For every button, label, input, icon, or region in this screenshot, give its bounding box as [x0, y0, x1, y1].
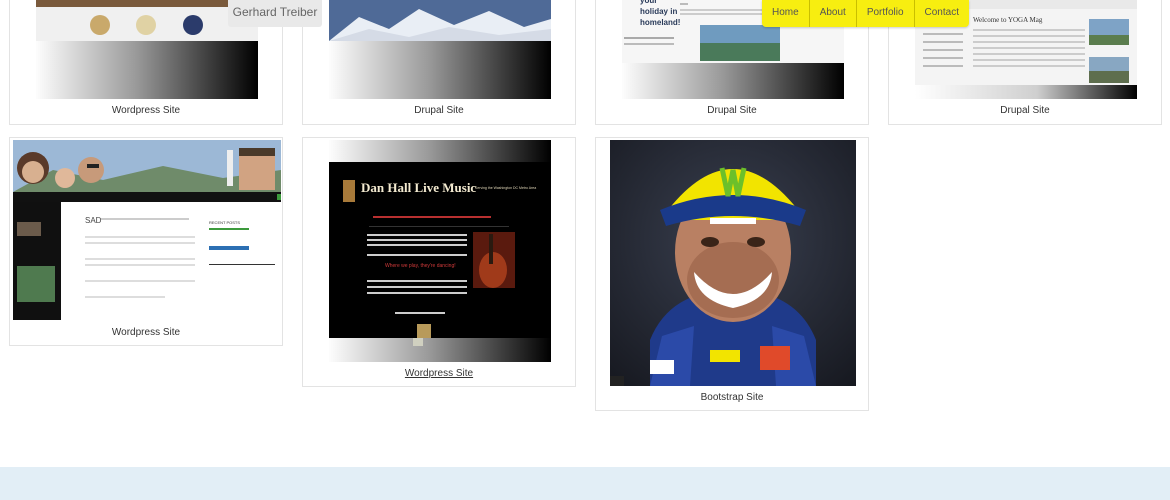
- thumbnail-text-sad: SAD: [85, 216, 102, 225]
- portfolio-thumbnail[interactable]: SAD RECENT POSTS: [13, 140, 281, 320]
- portfolio-thumbnail[interactable]: [36, 0, 258, 99]
- portfolio-caption: Bootstrap Site: [700, 392, 764, 403]
- portfolio-caption: Wordpress Site: [111, 105, 181, 116]
- footer-band: [0, 467, 1170, 500]
- nav-home[interactable]: Home: [762, 0, 810, 27]
- thumbnail-image: [610, 140, 856, 386]
- navbar: Home About Portfolio Contact: [762, 0, 969, 27]
- portfolio-card-wordpress-3[interactable]: Dan Hall Live Music Serving the Washingt…: [302, 137, 576, 387]
- portfolio-thumbnail[interactable]: Dan Hall Live Music Serving the Washingt…: [329, 140, 551, 362]
- thumbnail-image: [13, 140, 281, 320]
- thumbnail-image: [329, 0, 551, 99]
- brand-name[interactable]: Gerhard Treiber: [228, 0, 322, 27]
- thumbnail-image: [329, 140, 551, 362]
- nav-about[interactable]: About: [810, 0, 857, 27]
- nav-portfolio[interactable]: Portfolio: [857, 0, 915, 27]
- thumbnail-image: [36, 0, 258, 99]
- thumbnail-text-dan-hall: Dan Hall Live Music: [361, 180, 477, 195]
- portfolio-card-drupal-1[interactable]: Drupal Site: [302, 0, 576, 125]
- portfolio-thumbnail[interactable]: [329, 0, 551, 99]
- thumbnail-text-recent-posts: RECENT POSTS: [209, 220, 241, 225]
- thumbnail-text-yoga: Welcome to YOGA Mag: [973, 16, 1043, 24]
- portfolio-caption: Drupal Site: [707, 105, 757, 116]
- portfolio-caption: Drupal Site: [414, 105, 464, 116]
- portfolio-card-wordpress-2[interactable]: SAD RECENT POSTS Wordpress Site: [9, 137, 283, 346]
- portfolio-card-bootstrap[interactable]: Bootstrap Site: [595, 137, 869, 411]
- portfolio-caption: Wordpress Site: [111, 327, 181, 338]
- portfolio-caption: Drupal Site: [1000, 105, 1050, 116]
- portfolio-caption-link[interactable]: Wordpress Site: [303, 368, 575, 379]
- portfolio-thumbnail[interactable]: [610, 140, 856, 386]
- nav-contact[interactable]: Contact: [915, 0, 969, 27]
- thumbnail-text-tagline: Serving the Washington DC Metro Area: [475, 186, 537, 190]
- thumbnail-text-where-we-play: Where we play, they're dancing!: [385, 263, 456, 269]
- thumbnail-text-holiday: your holiday in homeland!: [640, 0, 681, 27]
